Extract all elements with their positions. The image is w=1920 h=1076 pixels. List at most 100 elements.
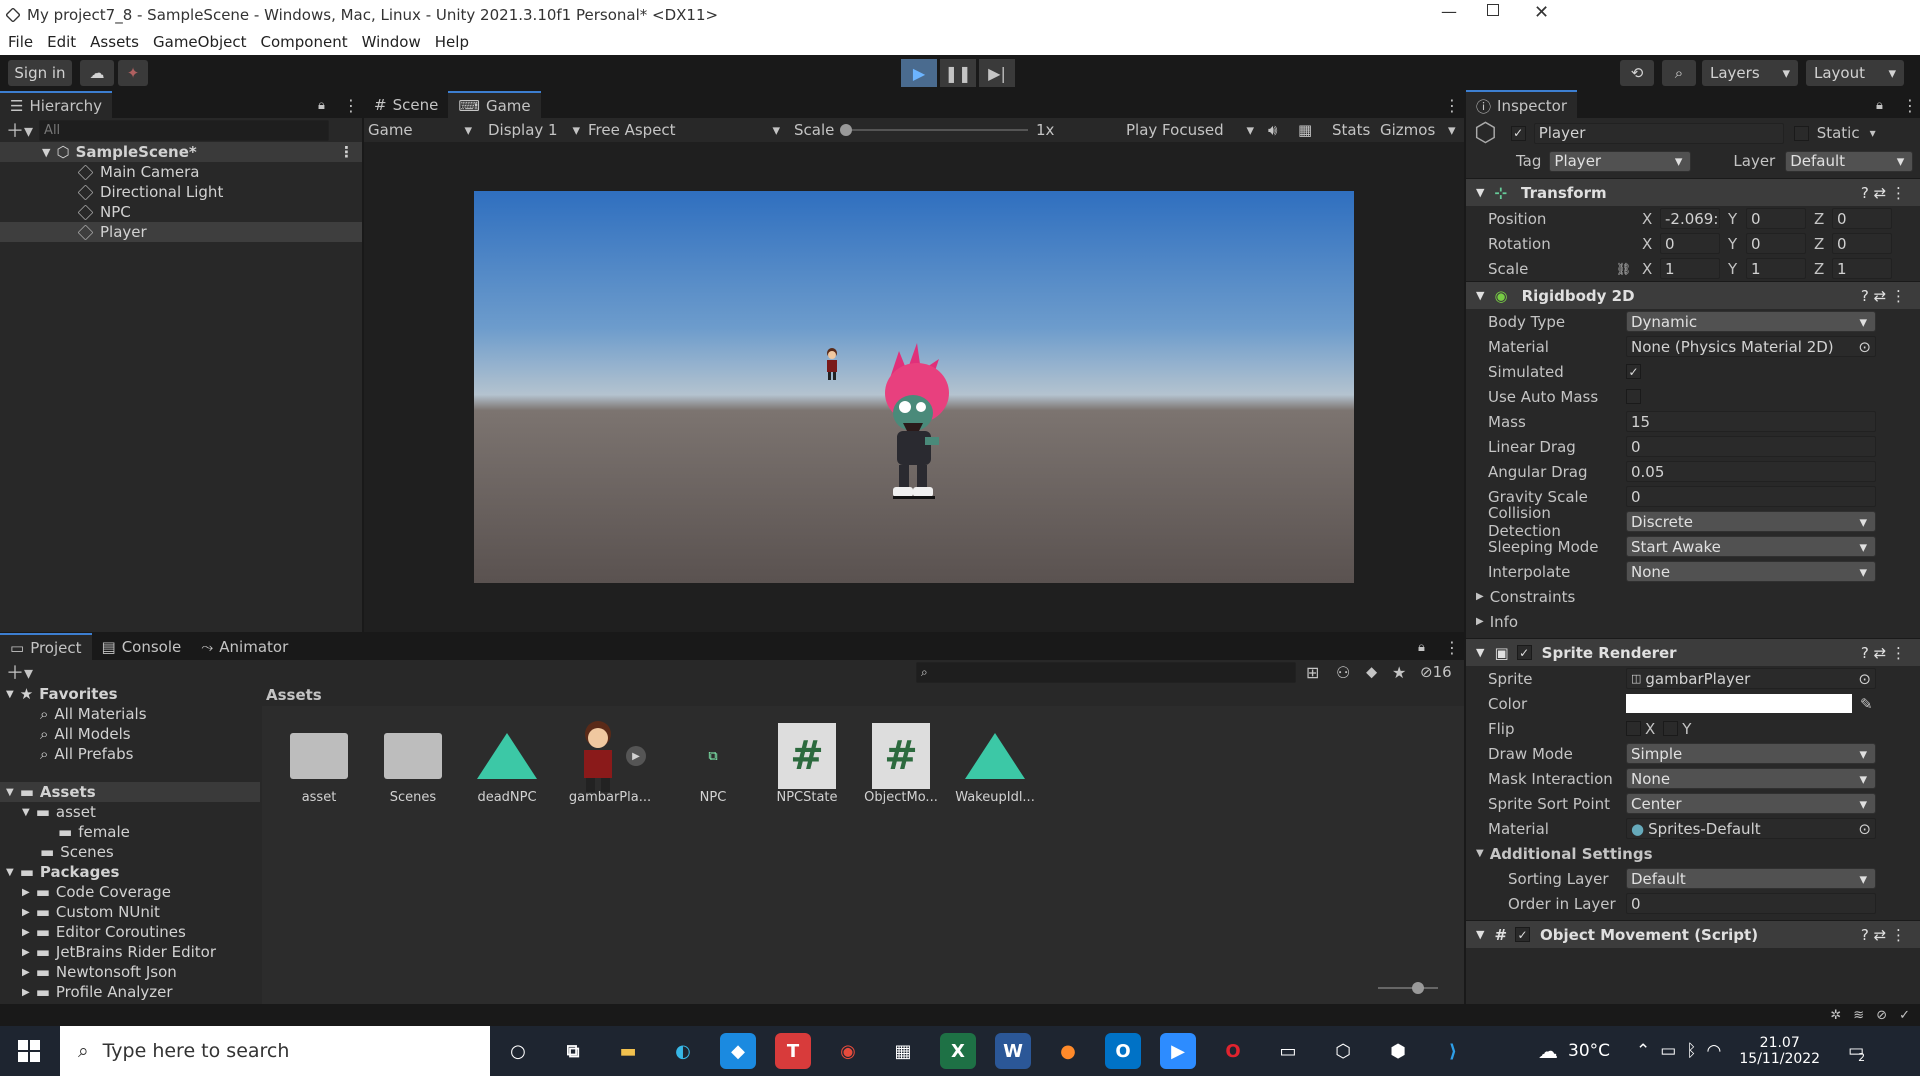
folder-node[interactable]: ▬ female	[0, 822, 260, 842]
filter-type-icon[interactable]: ⊞	[1306, 663, 1319, 682]
flip-y-checkbox[interactable]	[1663, 721, 1679, 736]
kebab-menu-icon[interactable]: ⋮	[1902, 96, 1918, 115]
unity-hub-icon[interactable]: ⬡	[1325, 1033, 1361, 1069]
asset-tile[interactable]: ▶ gambarPla...	[562, 721, 658, 805]
object-picker-icon[interactable]: ⊙	[1858, 820, 1871, 838]
transform-header[interactable]: ▼ ⊹ Transform ? ⇄ ⋮	[1466, 178, 1920, 206]
gizmos-button[interactable]: Gizmos	[1380, 121, 1435, 139]
scale-slider[interactable]	[842, 129, 1028, 131]
zoom-icon[interactable]: ▶	[1160, 1033, 1196, 1069]
package-node[interactable]: ▶ ▬ Custom NUnit	[0, 902, 260, 922]
cortana-icon[interactable]: ○	[500, 1033, 536, 1069]
tab-game[interactable]: ⌨ Game	[448, 91, 541, 119]
additional-settings-foldout[interactable]: ▼ Additional Settings	[1466, 841, 1920, 866]
chevron-down-icon[interactable]: ▼	[1476, 186, 1484, 199]
unity-editor-icon[interactable]: ⬢	[1380, 1033, 1416, 1069]
weather-text[interactable]: 30°C	[1568, 1041, 1610, 1061]
transform-y-field[interactable]: 0	[1746, 233, 1806, 254]
tab-console[interactable]: ▤ Console	[92, 634, 192, 660]
scale-slider-handle[interactable]	[840, 124, 852, 136]
project-search-input[interactable]: ⌕	[916, 661, 1296, 683]
breadcrumb[interactable]: Assets	[262, 684, 1464, 706]
rigidbody-header[interactable]: ▼ ◉ Rigidbody 2D ? ⇄ ⋮	[1466, 281, 1920, 309]
weather-cloud-icon[interactable]: ☁	[1538, 1039, 1558, 1063]
object-picker-icon[interactable]: ⊙	[1858, 338, 1871, 356]
tab-inspector[interactable]: ⓘ Inspector	[1466, 89, 1577, 121]
collision-dropdown[interactable]: Discrete ▾	[1626, 511, 1876, 532]
chevron-down-icon[interactable]: ▼	[1476, 928, 1484, 941]
asset-tile[interactable]: # ObjectMo...	[862, 722, 940, 805]
favorites-node[interactable]: ▼ ★ Favorites	[0, 684, 260, 704]
edge-icon[interactable]: ◐	[665, 1033, 701, 1069]
icon-size-slider[interactable]	[1378, 987, 1438, 989]
wifi-icon[interactable]: ◠	[1707, 1041, 1722, 1061]
static-checkbox[interactable]	[1793, 125, 1809, 141]
color-swatch[interactable]	[1626, 694, 1852, 713]
game-mode-dropdown[interactable]: Game ▾	[368, 121, 472, 139]
folder-node[interactable]: ▼ ▬ asset	[0, 802, 260, 822]
battery-icon[interactable]: ▭	[1660, 1041, 1676, 1061]
chrome-icon[interactable]: ◉	[830, 1033, 866, 1069]
lock-icon[interactable]: 🔒︎	[1418, 640, 1425, 655]
mute-audio-icon[interactable]: 🔊︎	[1268, 121, 1277, 139]
link-icon[interactable]: ⛓	[1616, 262, 1634, 276]
lock-icon[interactable]: 🔒︎	[1876, 98, 1883, 113]
aspect-dropdown[interactable]: Free Aspect ▾	[588, 121, 780, 139]
collab-icon[interactable]: ✦	[118, 60, 148, 86]
notification-icon[interactable]: ▭ 2	[1848, 1041, 1865, 1064]
asset-tile[interactable]: ⧉ NPC	[674, 722, 752, 806]
transform-z-field[interactable]: 0	[1832, 208, 1892, 229]
windows-start-icon[interactable]	[18, 1040, 40, 1062]
close-button[interactable]: ✕	[1534, 2, 1549, 23]
t-app-icon[interactable]: T	[775, 1033, 811, 1069]
script-header[interactable]: ▼ # ✓ Object Movement (Script) ? ⇄ ⋮	[1466, 920, 1920, 948]
favorite-item[interactable]: ⌕ All Models	[0, 724, 260, 744]
asset-tile[interactable]: WakeupIdl...	[955, 722, 1035, 805]
component-help-icon[interactable]: ? ⇄ ⋮	[1861, 644, 1906, 662]
taskbar-search-input[interactable]: ⌕ Type here to search	[60, 1026, 490, 1076]
sprite-renderer-enabled-checkbox[interactable]: ✓	[1516, 645, 1532, 660]
hierarchy-search-input[interactable]: All	[39, 119, 330, 141]
use-auto-mass-checkbox[interactable]	[1626, 389, 1641, 404]
expand-arrow-icon[interactable]: ▶	[626, 746, 646, 766]
linear-drag-field[interactable]: 0	[1626, 436, 1876, 457]
debug-icon[interactable]: ✲	[1830, 1008, 1841, 1023]
package-node[interactable]: ▶ ▬ Code Coverage	[0, 882, 260, 902]
mass-field[interactable]: 15	[1626, 411, 1876, 432]
gizmos-dropdown-icon[interactable]: ▾	[1448, 121, 1456, 139]
ms-store-icon[interactable]: ▦	[885, 1033, 921, 1069]
menu-window[interactable]: Window	[362, 33, 421, 51]
minimize-button[interactable]: —	[1441, 2, 1457, 21]
favorite-item[interactable]: ⌕ All Prefabs	[0, 744, 260, 764]
tag-icon[interactable]: ⬥	[1366, 662, 1377, 682]
play-focused-dropdown[interactable]: Play Focused ▾	[1126, 121, 1254, 139]
star-icon[interactable]: ★	[1392, 663, 1406, 682]
tab-animator[interactable]: ⤳ Animator	[191, 634, 298, 660]
asset-tile[interactable]: # NPCState	[768, 722, 846, 805]
sprite-field[interactable]: ◫ gambarPlayer ⊙	[1626, 668, 1876, 689]
eyedropper-icon[interactable]: ✎	[1860, 695, 1873, 713]
kebab-menu-icon[interactable]: ⋮	[1444, 638, 1460, 657]
add-icon[interactable]: ＋▾	[6, 117, 33, 143]
store-app-icon[interactable]: ◆	[720, 1033, 756, 1069]
layer-dropdown[interactable]: Default ▾	[1785, 150, 1914, 172]
package-node[interactable]: ▶ ▬ Profile Analyzer	[0, 982, 260, 1002]
cloud-icon[interactable]: ☁	[80, 60, 114, 86]
flip-x-checkbox[interactable]	[1626, 721, 1641, 736]
sign-in-button[interactable]: Sign in	[8, 60, 72, 86]
package-node[interactable]: ▶ ▬ Newtonsoft Json	[0, 962, 260, 982]
search-icon[interactable]: ⌕	[1662, 60, 1696, 86]
transform-z-field[interactable]: 0	[1832, 233, 1892, 254]
step-button[interactable]: ▶|	[979, 59, 1015, 87]
menu-help[interactable]: Help	[435, 33, 469, 51]
outlook-icon[interactable]: O	[1105, 1033, 1141, 1069]
hierarchy-item[interactable]: NPC	[0, 202, 362, 222]
icon-size-slider-handle[interactable]	[1412, 982, 1424, 994]
object-picker-icon[interactable]: ⊙	[1858, 670, 1871, 688]
package-node[interactable]: ▶ ▬ JetBrains Rider Editor	[0, 942, 260, 962]
sprite-renderer-header[interactable]: ▼ ▣ ✓ Sprite Renderer ? ⇄ ⋮	[1466, 638, 1920, 666]
component-help-icon[interactable]: ? ⇄ ⋮	[1861, 926, 1906, 944]
physics-material-field[interactable]: None (Physics Material 2D) ⊙	[1626, 336, 1876, 357]
hierarchy-item-selected[interactable]: Player	[0, 222, 362, 242]
scene-root[interactable]: ▼ ⬡ SampleScene* ⋮	[0, 142, 362, 162]
